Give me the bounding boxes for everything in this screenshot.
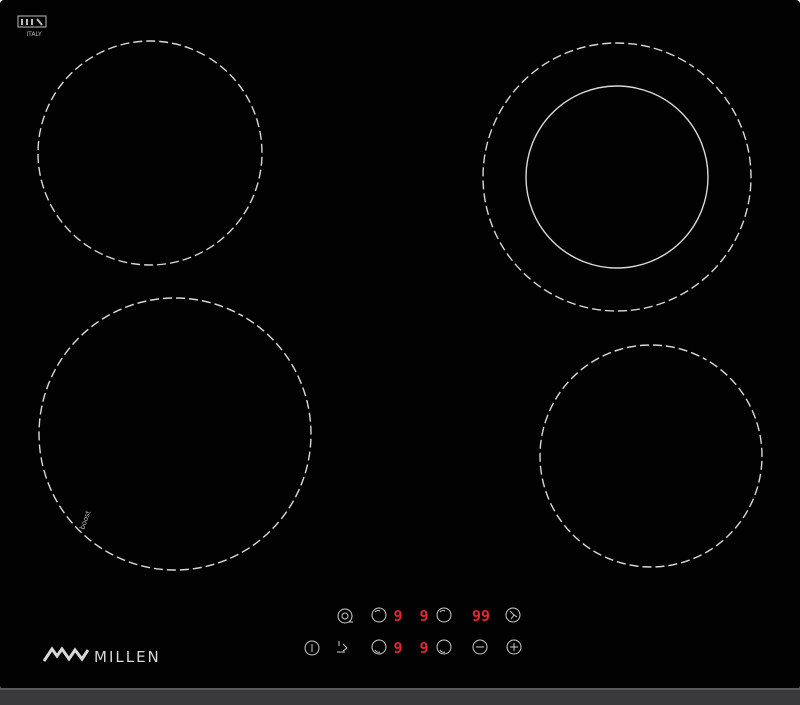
- frame-trim: [0, 688, 800, 705]
- brand-name: MILLEN: [94, 648, 161, 666]
- led-display-front-left: 9: [393, 639, 402, 657]
- led-display-timer: 99: [472, 607, 490, 625]
- led-display-rear-right: 9: [419, 607, 428, 625]
- cooktop-graphic: ITALY boost 9 9 99 9 9 MILLEN: [0, 0, 800, 705]
- led-display-rear-left: 9: [393, 607, 402, 625]
- badge-country-text: ITALY: [26, 31, 42, 38]
- frame-trim-highlight: [0, 688, 800, 690]
- ceramic-cooktop: ITALY boost 9 9 99 9 9 MILLEN: [0, 0, 800, 705]
- led-display-front-right: 9: [419, 639, 428, 657]
- glass-surface: [0, 0, 800, 690]
